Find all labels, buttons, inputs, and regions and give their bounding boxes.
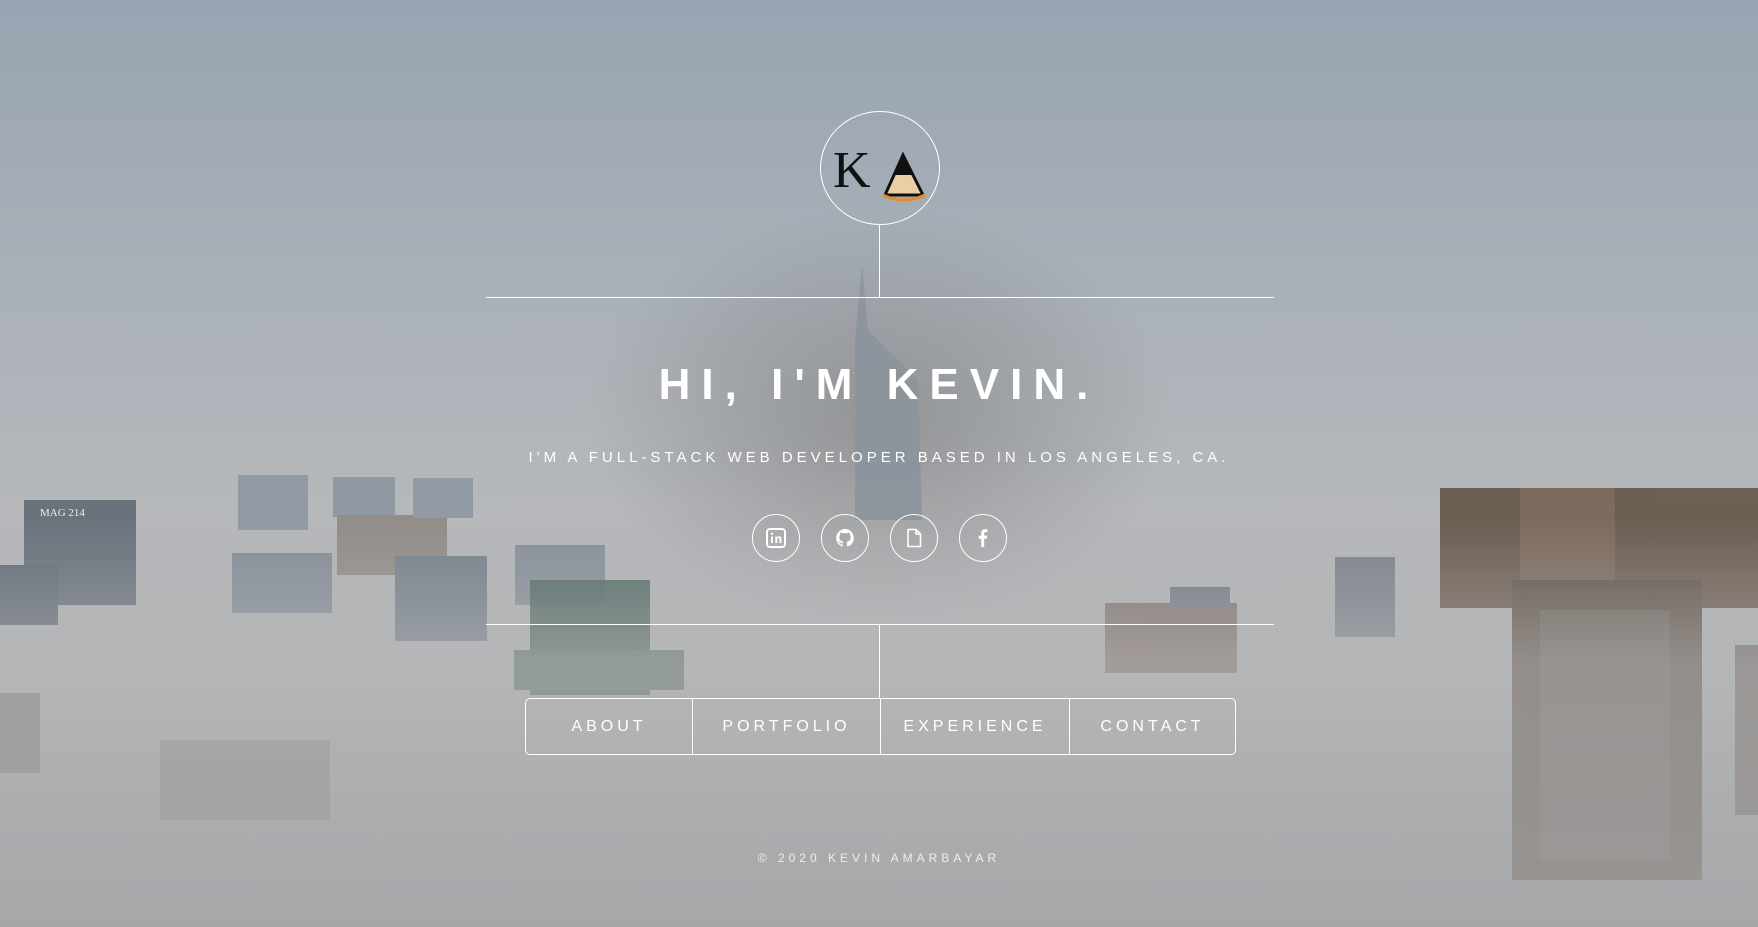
logo[interactable]: K	[820, 111, 940, 225]
resume-link[interactable]	[889, 514, 938, 562]
divider-horizontal-top	[486, 297, 1274, 298]
main-nav: ABOUT PORTFOLIO EXPERIENCE CONTACT	[525, 698, 1236, 755]
footer-copyright: © 2020 KEVIN AMARBAYAR	[757, 851, 1001, 865]
nav-about[interactable]: ABOUT	[526, 699, 693, 754]
github-link[interactable]	[820, 514, 869, 562]
facebook-icon	[978, 529, 987, 547]
divider-horizontal-bottom	[486, 624, 1274, 625]
logo-initials: K	[833, 142, 871, 199]
nav-portfolio[interactable]: PORTFOLIO	[693, 699, 881, 754]
facebook-link[interactable]	[958, 514, 1007, 562]
hero-title: HI, I'M KEVIN.	[658, 360, 1100, 409]
social-links	[0, 514, 1758, 562]
nav-experience[interactable]: EXPERIENCE	[881, 699, 1070, 754]
github-icon	[835, 529, 854, 547]
linkedin-link[interactable]	[751, 514, 800, 562]
hero-subtitle: I'M A FULL-STACK WEB DEVELOPER BASED IN …	[528, 449, 1230, 466]
document-icon	[906, 528, 921, 548]
ka-logo-icon: K	[833, 142, 926, 202]
nav-contact[interactable]: CONTACT	[1070, 699, 1235, 754]
linkedin-icon	[765, 528, 786, 548]
divider-vertical-top	[879, 224, 880, 297]
divider-vertical-bottom	[879, 624, 880, 698]
